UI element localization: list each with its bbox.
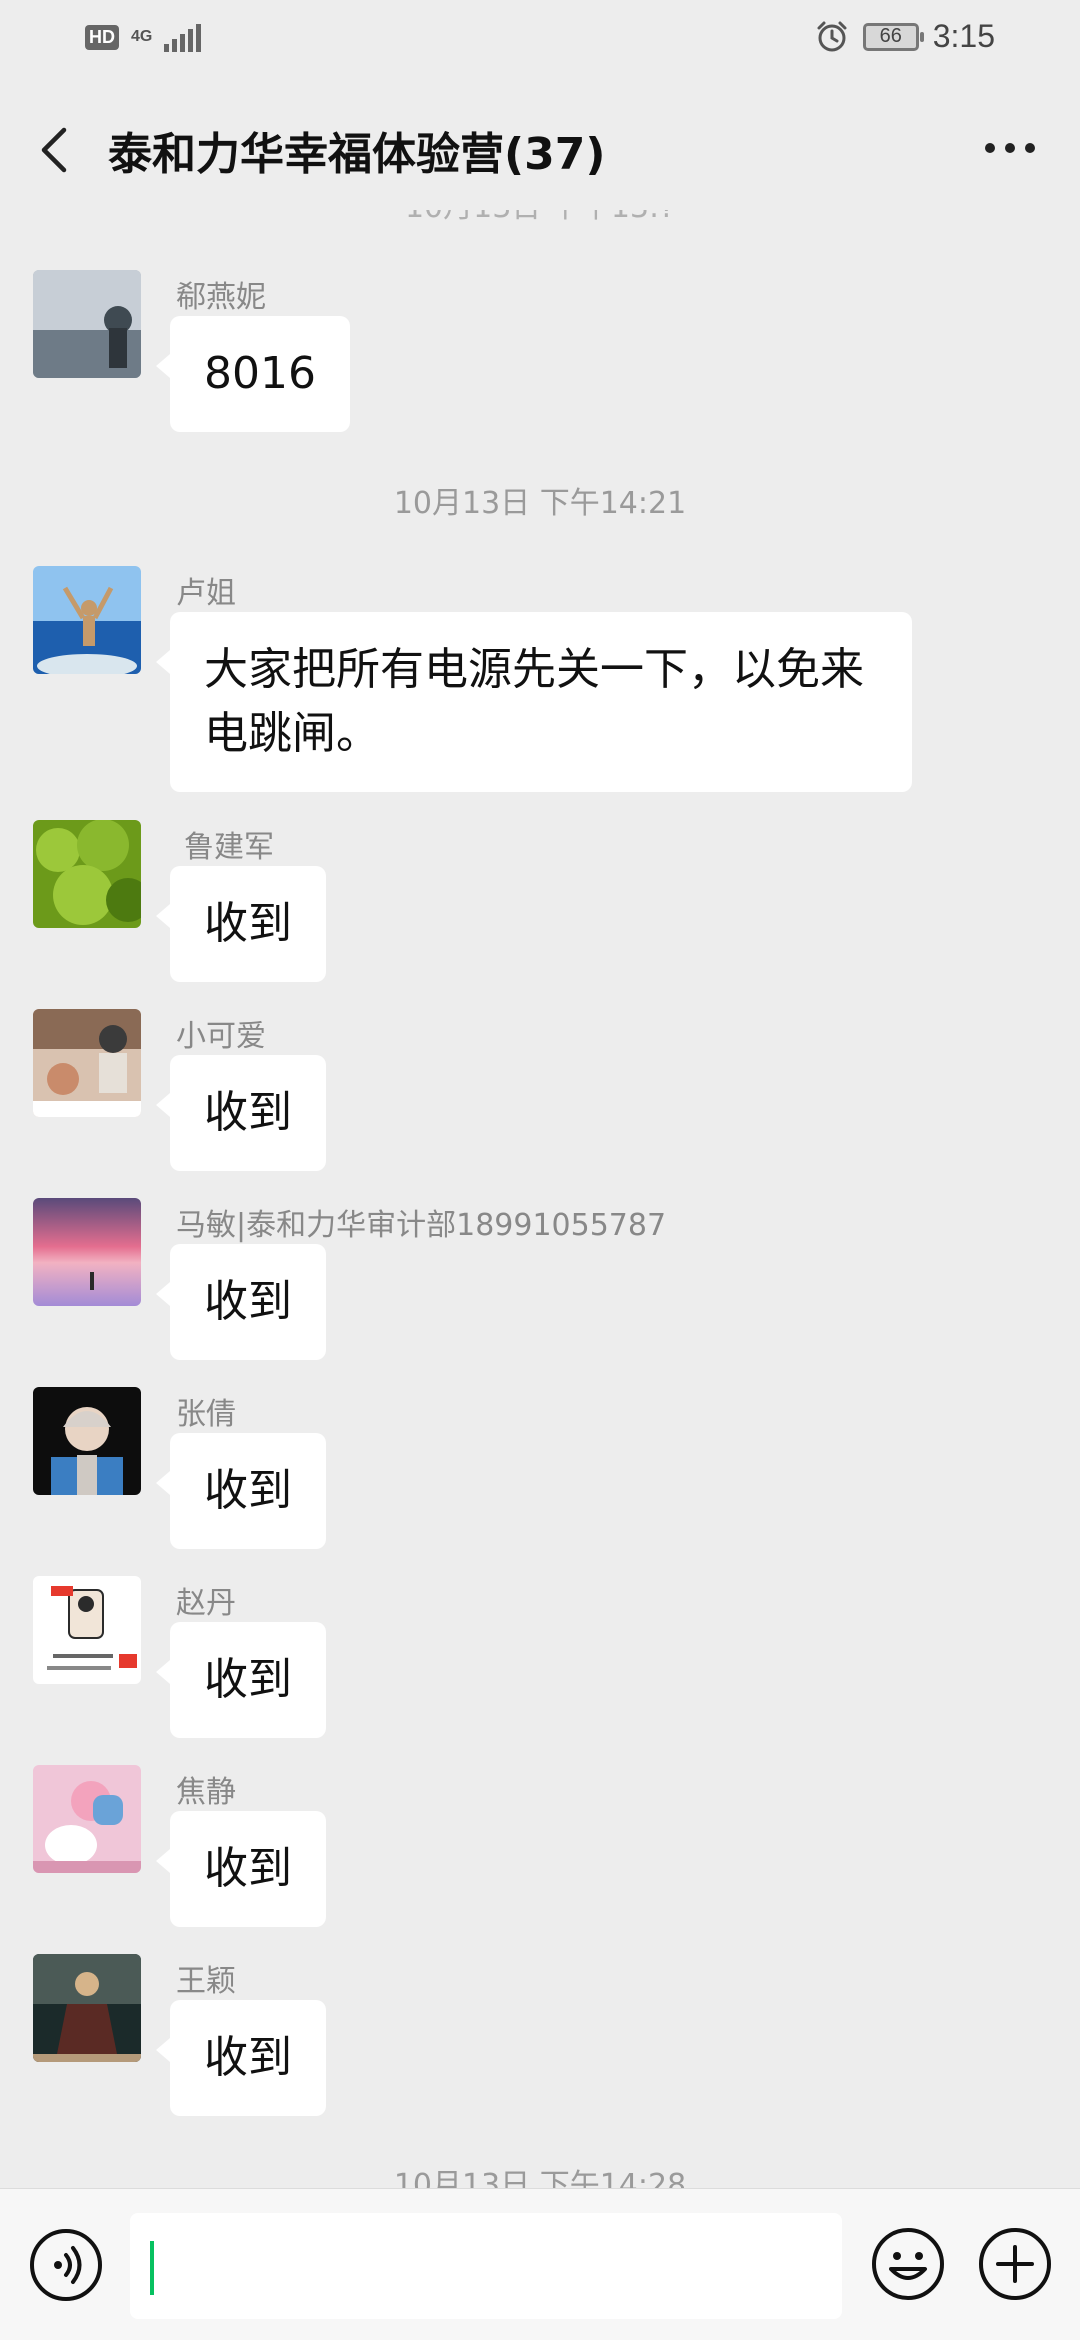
avatar-image [33,1954,141,2062]
sender-name: 赵丹 [176,1586,236,1621]
avatar[interactable] [33,566,141,674]
alarm-icon [817,21,847,51]
avatar-image [33,1009,141,1117]
hd-icon: HD [85,24,119,50]
emoji-button[interactable] [869,2225,947,2303]
sender-name: 焦静 [176,1775,236,1810]
timestamp: 10月13日 下午14:21 [393,486,687,521]
timestamp-partial: 10月13日 下午13:? [0,210,1080,226]
voice-icon [30,2229,102,2301]
avatar-image [33,820,141,928]
message-bubble[interactable]: 大家把所有电源先关一下，以免来电跳闸。 [156,612,912,792]
signal-icon [164,22,202,52]
chat-title: 泰和力华幸福体验营(37) [108,129,606,180]
message-list[interactable]: 10月13日 下午13:? 郗燕妮 8016 10月13日 下午14:21 [0,210,1080,2188]
back-arrow-icon [41,127,67,173]
battery-level: 66 [879,25,902,47]
input-bar [0,2188,1080,2340]
timestamp: 10月13日 下午14:28 [393,2168,687,2188]
more-options-button[interactable] [980,128,1040,168]
sender-name: 张倩 [176,1397,236,1432]
avatar[interactable] [33,1198,141,1306]
chat-header: 泰和力华幸福体验营(37) [0,80,1080,210]
sender-name: 马敏|泰和力华审计部18991055787 [176,1208,667,1243]
message-bubble[interactable]: 收到 [156,1433,326,1549]
avatar-image [33,1576,141,1684]
status-bar: HD 4G 66 3:15 [0,0,1080,80]
network-label: 4G [131,28,153,45]
sender-name: 小可爱 [176,1019,266,1054]
avatar-image [33,270,141,378]
sender-name: 卢姐 [176,576,236,611]
avatar-image [33,1387,141,1495]
message-bubble[interactable]: 收到 [156,1055,326,1171]
voice-button[interactable] [28,2227,104,2303]
more-functions-button[interactable] [976,2225,1054,2303]
message-bubble[interactable]: 收到 [156,1244,326,1360]
avatar[interactable] [33,1765,141,1873]
status-right: 66 3:15 [815,18,995,55]
text-caret [150,2241,154,2295]
plus-icon [979,2228,1051,2300]
message-bubble[interactable]: 收到 [156,2000,326,2116]
battery-icon: 66 [862,22,924,51]
avatar[interactable] [33,270,141,378]
avatar-image [33,566,141,674]
back-button[interactable] [34,120,74,180]
avatar[interactable] [33,1009,141,1117]
sender-name: 郗燕妮 [176,280,266,315]
avatar[interactable] [33,820,141,928]
sender-name: 王颖 [176,1964,236,1999]
avatar-image [33,1765,141,1873]
message-bubble[interactable]: 收到 [156,866,326,982]
avatar[interactable] [33,1387,141,1495]
sender-name: 鲁建军 [184,830,274,865]
status-time: 3:15 [932,18,995,54]
emoji-icon [872,2228,944,2300]
message-bubble[interactable]: 收到 [156,1811,326,1927]
message-bubble[interactable]: 8016 [156,316,350,432]
avatar[interactable] [33,1576,141,1684]
status-left: HD 4G [85,22,202,52]
message-input[interactable] [130,2213,842,2319]
avatar-image [33,1198,141,1306]
avatar[interactable] [33,1954,141,2062]
chat-screen: HD 4G 66 3:15 泰和力华幸福体验营(37) 郗燕妮 8016 10月… [0,0,1080,2340]
more-dots-icon [985,143,1035,153]
message-bubble[interactable]: 收到 [156,1622,326,1738]
